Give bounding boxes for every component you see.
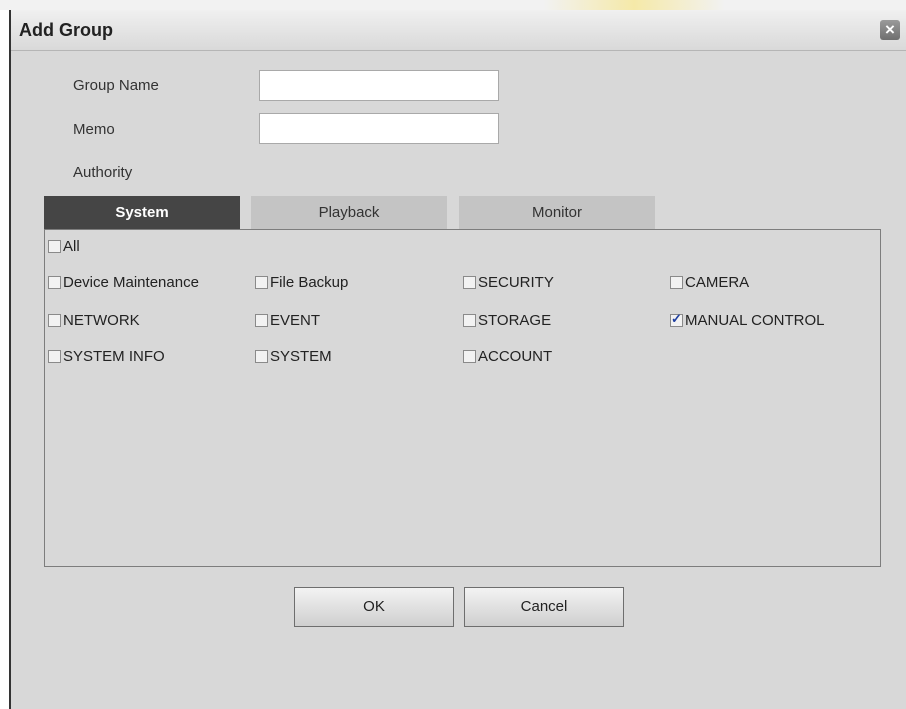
checkbox-all[interactable]: All bbox=[48, 236, 80, 256]
checkbox-icon bbox=[670, 275, 683, 289]
checkbox-file-backup[interactable]: File Backup bbox=[255, 272, 348, 292]
checkbox-storage[interactable]: STORAGE bbox=[463, 310, 551, 330]
checkbox-icon bbox=[255, 313, 268, 327]
checkbox-network[interactable]: NETWORK bbox=[48, 310, 140, 330]
checkbox-account[interactable]: ACCOUNT bbox=[463, 346, 552, 366]
dialog-title: Add Group bbox=[19, 20, 113, 40]
group-name-input[interactable] bbox=[259, 70, 499, 101]
add-group-dialog: Add Group × Group Name Memo Authority Sy… bbox=[9, 10, 906, 709]
checkbox-label: ACCOUNT bbox=[478, 347, 553, 365]
checkbox-label: Device Maintenance bbox=[63, 273, 199, 291]
checkbox-icon bbox=[48, 349, 61, 363]
checkbox-checked-icon bbox=[670, 311, 683, 327]
tab-monitor[interactable]: Monitor bbox=[459, 196, 655, 229]
checkbox-icon bbox=[48, 239, 61, 253]
cancel-button[interactable]: Cancel bbox=[464, 587, 624, 627]
checkbox-icon bbox=[255, 349, 268, 363]
checkbox-icon bbox=[48, 313, 61, 327]
memo-input[interactable] bbox=[259, 113, 499, 144]
checkbox-label: SYSTEM INFO bbox=[63, 347, 165, 365]
checkbox-system-info[interactable]: SYSTEM INFO bbox=[48, 346, 165, 366]
checkbox-system[interactable]: SYSTEM bbox=[255, 346, 332, 366]
checkbox-label: EVENT bbox=[270, 311, 321, 329]
authority-label: Authority bbox=[73, 164, 133, 181]
checkbox-security[interactable]: SECURITY bbox=[463, 272, 554, 292]
checkbox-label: MANUAL CONTROL bbox=[685, 311, 825, 329]
dialog-titlebar: Add Group × bbox=[11, 10, 906, 51]
checkbox-label: STORAGE bbox=[478, 311, 552, 329]
checkbox-label: SYSTEM bbox=[270, 347, 332, 365]
close-icon: × bbox=[885, 20, 895, 39]
checkbox-label: SECURITY bbox=[478, 273, 554, 291]
group-name-label: Group Name bbox=[73, 77, 159, 94]
background-strip bbox=[0, 0, 906, 10]
checkbox-device-maintenance[interactable]: Device Maintenance bbox=[48, 272, 199, 292]
checkbox-event[interactable]: EVENT bbox=[255, 310, 320, 330]
checkbox-icon bbox=[463, 313, 476, 327]
close-button[interactable]: × bbox=[880, 20, 900, 40]
checkbox-icon bbox=[255, 275, 268, 289]
checkbox-label: File Backup bbox=[270, 273, 349, 291]
checkbox-label: All bbox=[63, 237, 80, 255]
checkbox-manual-control[interactable]: MANUAL CONTROL bbox=[670, 310, 824, 330]
memo-label: Memo bbox=[73, 121, 115, 138]
checkbox-label: NETWORK bbox=[63, 311, 140, 329]
checkbox-icon bbox=[48, 275, 61, 289]
tab-system[interactable]: System bbox=[44, 196, 240, 229]
ok-button[interactable]: OK bbox=[294, 587, 454, 627]
permissions-panel: All Device Maintenance File Backup SECUR… bbox=[44, 229, 881, 567]
checkbox-icon bbox=[463, 275, 476, 289]
checkbox-label: CAMERA bbox=[685, 273, 750, 291]
checkbox-icon bbox=[463, 349, 476, 363]
checkbox-camera[interactable]: CAMERA bbox=[670, 272, 749, 292]
tab-playback[interactable]: Playback bbox=[251, 196, 447, 229]
